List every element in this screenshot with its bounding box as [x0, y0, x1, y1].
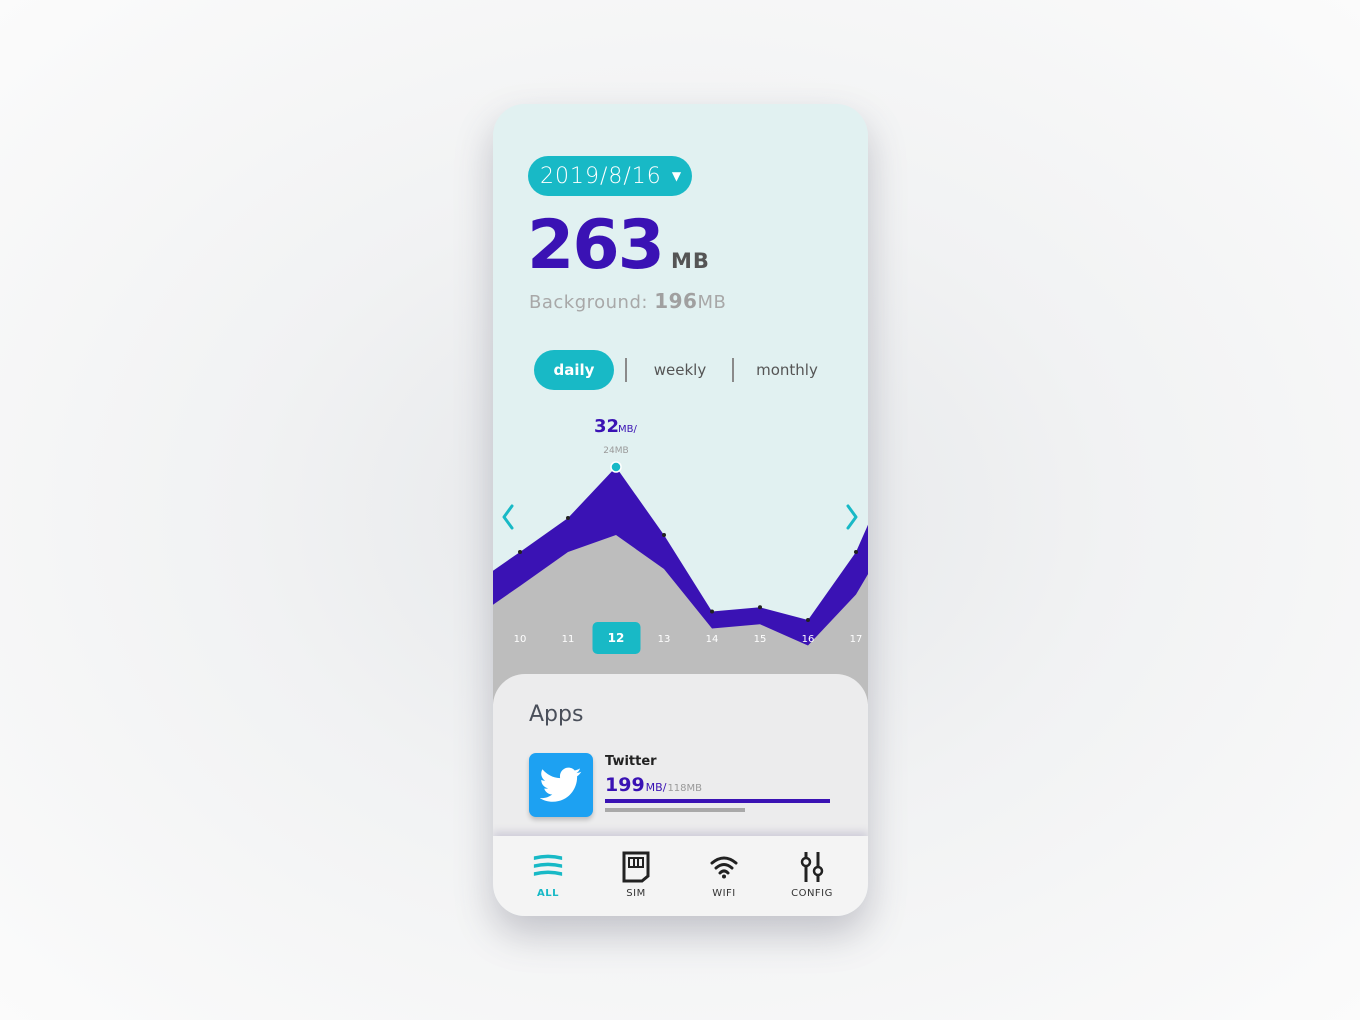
app-usage-separator: /: [662, 781, 667, 794]
chevron-left-icon[interactable]: [502, 504, 514, 530]
tab-wifi[interactable]: WIFI: [680, 836, 768, 916]
background-value: 196: [654, 289, 698, 313]
tab-label: CONFIG: [791, 888, 833, 899]
period-divider: [732, 358, 734, 382]
x-tick-label[interactable]: 14: [706, 634, 719, 645]
x-tick-label[interactable]: 17: [850, 634, 863, 645]
x-tick-label[interactable]: 12: [608, 631, 625, 645]
app-usage-unit: MB: [645, 781, 663, 794]
data-point[interactable]: [854, 550, 858, 554]
x-tick-label[interactable]: 13: [658, 634, 671, 645]
tab-label: WIFI: [712, 888, 736, 899]
layers-icon: [533, 850, 563, 884]
period-selector: daily weekly monthly: [534, 350, 834, 390]
selected-background: 24MB: [603, 446, 628, 456]
background-label: Background:: [529, 292, 648, 313]
date-selector[interactable]: 2019/8/16 ▼: [528, 156, 692, 196]
data-point[interactable]: [806, 618, 810, 622]
tab-label: ALL: [537, 888, 559, 899]
selected-unit: MB/: [618, 424, 637, 435]
sliders-icon: [797, 850, 827, 884]
sim-card-icon: [621, 850, 651, 884]
tab-sim[interactable]: SIM: [592, 836, 680, 916]
data-point[interactable]: [758, 605, 762, 610]
background-unit: MB: [697, 292, 727, 313]
usage-panel: 2019/8/16 ▼ 263 MB Background: 196MB dai…: [493, 104, 868, 704]
total-usage: 263 MB: [527, 206, 710, 285]
tab-weekly[interactable]: weekly: [640, 350, 720, 390]
app-background-bar: [605, 808, 745, 812]
twitter-icon[interactable]: [529, 753, 593, 817]
usage-area-chart: 10 11 12 13 14 15 16 17 32 MB/ 24MB: [493, 416, 868, 704]
data-point[interactable]: [710, 609, 714, 614]
tab-all[interactable]: ALL: [504, 836, 592, 916]
x-tick-label[interactable]: 11: [562, 634, 575, 645]
phone-frame: 2019/8/16 ▼ 263 MB Background: 196MB dai…: [493, 104, 868, 916]
tab-config[interactable]: CONFIG: [768, 836, 856, 916]
x-tick-label[interactable]: 10: [514, 634, 527, 645]
tab-label: SIM: [626, 888, 646, 899]
date-text: 2019/8/16: [540, 163, 662, 189]
caret-down-icon: ▼: [671, 169, 682, 183]
app-usage: 199 MB/118MB: [605, 774, 702, 796]
x-tick-label[interactable]: 16: [802, 634, 815, 645]
x-tick-label[interactable]: 15: [754, 634, 767, 645]
chevron-right-icon[interactable]: [846, 504, 858, 530]
data-point[interactable]: [662, 533, 666, 537]
selected-point[interactable]: [610, 461, 622, 473]
data-point[interactable]: [566, 516, 570, 520]
app-name: Twitter: [605, 754, 657, 769]
wifi-icon: [709, 850, 739, 884]
tab-monthly[interactable]: monthly: [747, 350, 827, 390]
data-point[interactable]: [518, 550, 522, 554]
total-value: 263: [527, 206, 665, 285]
apps-title: Apps: [529, 702, 584, 727]
app-usage-bar: [605, 799, 830, 803]
selected-value: 32: [594, 416, 619, 437]
app-usage-value: 199: [605, 774, 645, 796]
total-unit: MB: [670, 249, 710, 273]
period-divider: [625, 358, 627, 382]
background-usage: Background: 196MB: [529, 289, 726, 313]
app-background-usage: 118MB: [667, 783, 703, 794]
bottom-tab-bar: ALL SIM WIFI CONFIG: [493, 836, 868, 916]
tab-daily[interactable]: daily: [534, 350, 614, 390]
